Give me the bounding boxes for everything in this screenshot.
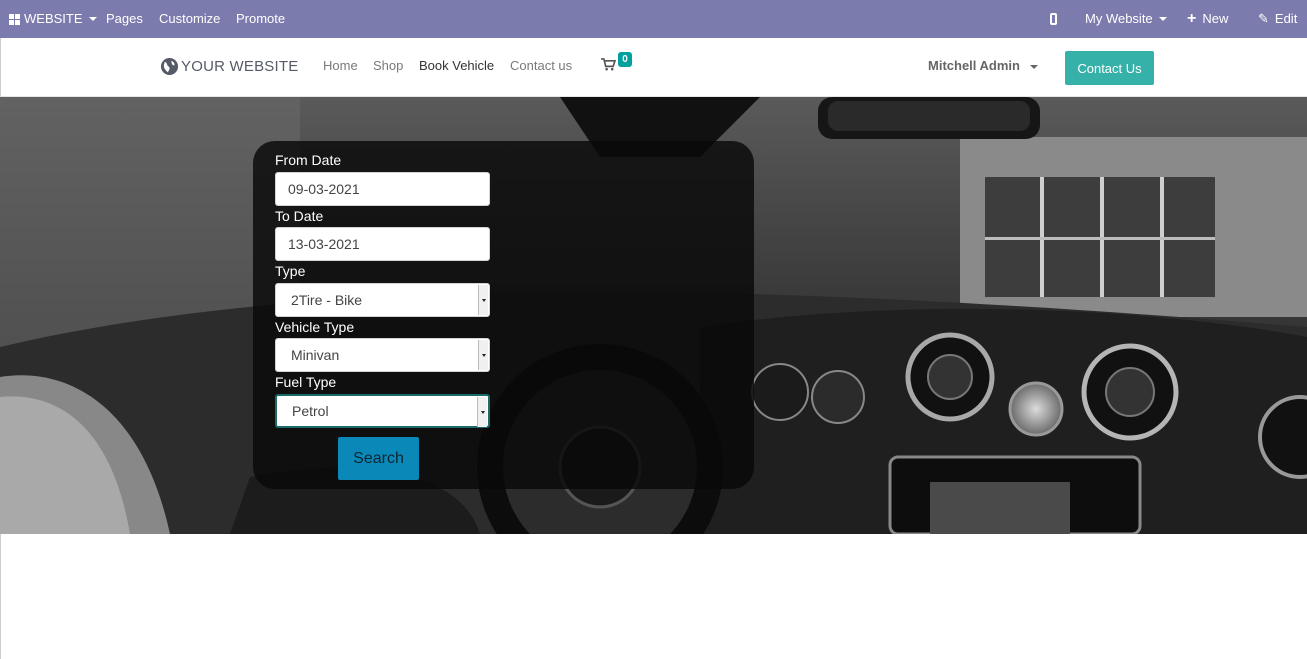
vehicle-type-select-value: Minivan [291, 347, 340, 363]
fuel-type-label: Fuel Type [275, 374, 337, 390]
apps-menu-label: WEBSITE [24, 11, 83, 26]
type-select-value: 2Tire - Bike [291, 292, 363, 308]
vehicle-type-select[interactable]: Minivan [275, 338, 490, 372]
new-button[interactable]: + New [1187, 0, 1228, 38]
mobile-preview-button[interactable] [1050, 0, 1057, 38]
plus-icon: + [1187, 10, 1197, 27]
new-label: New [1202, 11, 1229, 26]
edit-button[interactable]: ✎ Edit [1258, 0, 1297, 38]
customize-menu[interactable]: Customize [159, 0, 220, 38]
to-date-label: To Date [275, 208, 324, 224]
nav-book-vehicle[interactable]: Book Vehicle [419, 58, 494, 73]
cart-count-badge: 0 [618, 52, 632, 67]
edit-label: Edit [1274, 11, 1298, 26]
my-website-menu[interactable]: My Website [1085, 0, 1167, 38]
cart-link[interactable]: 0 [601, 52, 632, 76]
fuel-type-select-value: Petrol [292, 403, 329, 419]
select-arrow-icon [478, 285, 488, 315]
site-header: YOUR WEBSITE Home Shop Book Vehicle Cont… [0, 38, 1307, 97]
contact-us-button[interactable]: Contact Us [1065, 51, 1154, 85]
caret-down-icon [1158, 17, 1167, 21]
globe-icon [160, 57, 179, 75]
pages-menu[interactable]: Pages [106, 0, 143, 38]
select-arrow-icon [478, 340, 488, 370]
user-menu[interactable]: Mitchell Admin [928, 58, 1038, 73]
fuel-type-select[interactable]: Petrol [275, 394, 490, 428]
nav-contact-us[interactable]: Contact us [510, 58, 572, 73]
from-date-input[interactable]: 09-03-2021 [275, 172, 490, 206]
promote-menu[interactable]: Promote [236, 0, 285, 38]
search-button[interactable]: Search [338, 437, 419, 480]
caret-down-icon [1029, 64, 1038, 69]
type-select[interactable]: 2Tire - Bike [275, 283, 490, 317]
apps-grid-icon [9, 13, 20, 25]
select-arrow-icon [477, 397, 487, 427]
shopping-cart-icon [601, 58, 617, 71]
nav-home[interactable]: Home [323, 58, 358, 73]
logo-text: YOUR WEBSITE [181, 57, 299, 75]
pencil-icon: ✎ [1258, 11, 1269, 26]
apps-menu[interactable]: WEBSITE [9, 0, 97, 38]
vehicle-type-label: Vehicle Type [275, 319, 355, 335]
type-label: Type [275, 263, 306, 279]
my-website-label: My Website [1085, 11, 1153, 26]
site-logo[interactable]: YOUR WEBSITE [160, 48, 298, 84]
user-name: Mitchell Admin [928, 58, 1020, 73]
mobile-phone-icon [1050, 13, 1057, 25]
admin-toolbar: WEBSITE Pages Customize Promote My Websi… [0, 0, 1307, 38]
nav-shop[interactable]: Shop [373, 58, 403, 73]
from-date-value: 09-03-2021 [288, 181, 360, 197]
to-date-value: 13-03-2021 [288, 236, 360, 252]
from-date-label: From Date [275, 152, 342, 168]
caret-down-icon [88, 17, 97, 21]
to-date-input[interactable]: 13-03-2021 [275, 227, 490, 261]
page-content-area [0, 534, 1307, 659]
